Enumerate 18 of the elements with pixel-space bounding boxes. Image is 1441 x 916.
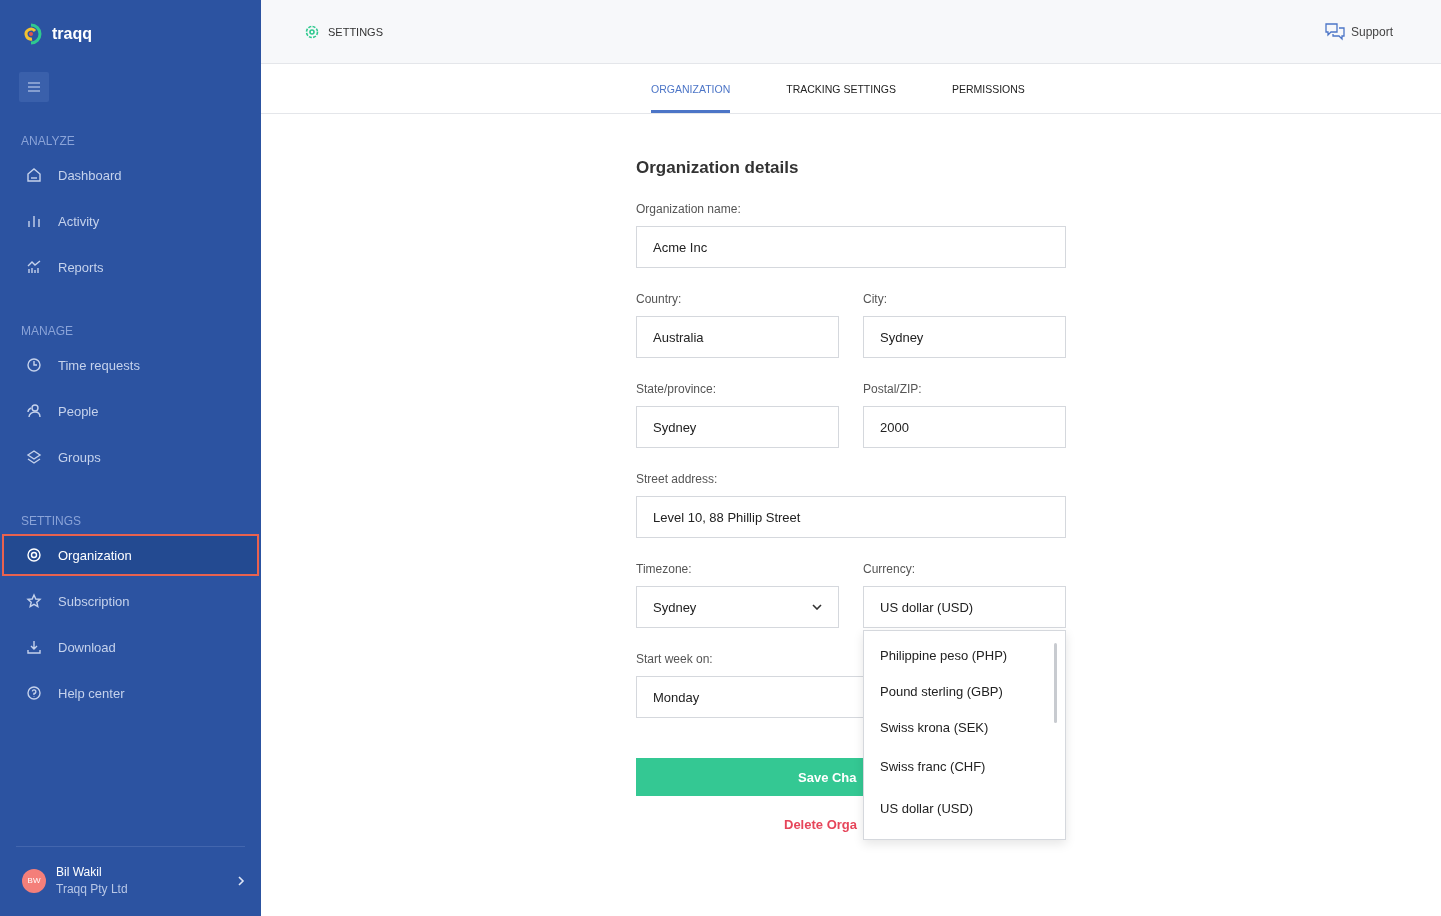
field-label: Postal/ZIP: [863,382,922,396]
field-label: Currency: [863,562,915,576]
field-label: Country: [636,292,682,306]
form-heading: Organization details [636,158,800,178]
field-label: City: [863,292,887,306]
user-name: Bil Wakil [56,865,103,879]
field-label: State/province: [636,382,717,396]
field-label: Timezone: [636,562,692,576]
page-title: SETTINGS [328,25,383,38]
field-label: Start week on: [636,652,713,666]
section-heading: MANAGE [20,323,74,340]
field-label: Street address: [636,472,718,486]
section-heading: SETTINGS [20,513,82,530]
logo-text: traqq [52,25,92,43]
field-label: Organization name: [636,202,741,216]
section-heading: ANALYZE [20,133,76,150]
company-name: Traqq Pty Ltd [56,882,129,896]
user-avatar: BW [22,868,46,893]
